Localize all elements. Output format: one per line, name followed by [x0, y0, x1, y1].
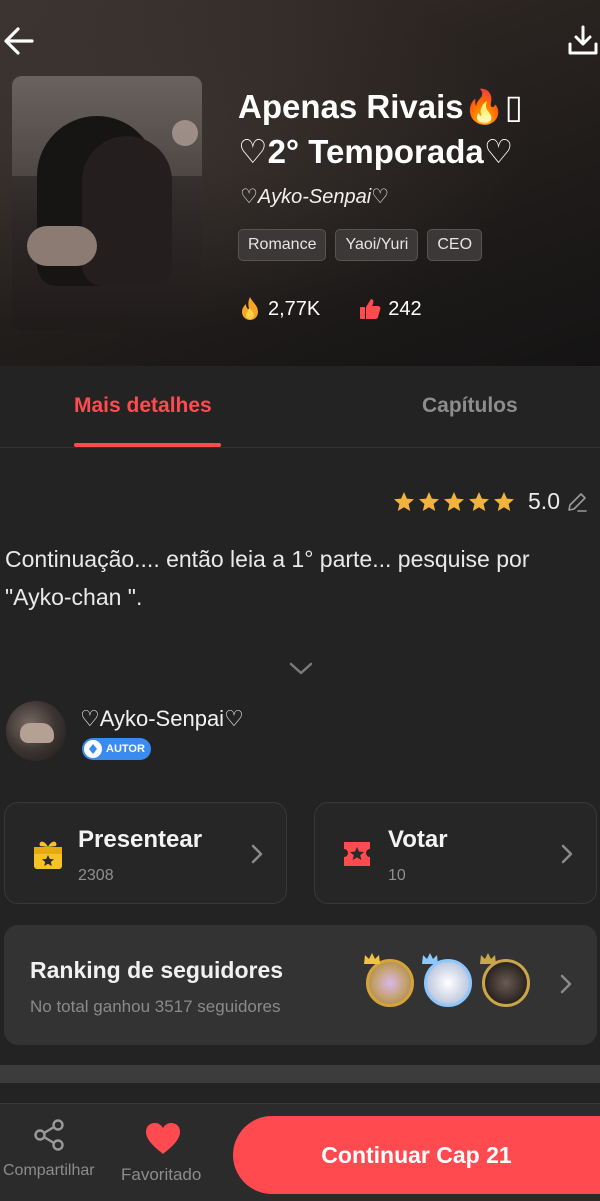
vote-card[interactable]: Votar 10 — [314, 802, 597, 904]
gift-card[interactable]: Presentear 2308 — [4, 802, 287, 904]
star-icon — [444, 491, 465, 511]
arrow-left-icon — [4, 27, 34, 55]
gift-icon — [34, 841, 62, 869]
ranking-subtitle: No total ganhou 3517 seguidores — [30, 997, 281, 1016]
author-avatar[interactable] — [6, 701, 66, 761]
gift-title: Presentear — [78, 826, 203, 853]
vote-count: 10 — [388, 867, 406, 884]
follower-ranking[interactable]: Ranking de seguidores No total ganhou 35… — [4, 925, 597, 1045]
share-label: Compartilhar — [3, 1162, 95, 1179]
top-followers — [364, 953, 530, 1007]
star-icon — [469, 491, 490, 511]
follower-avatar[interactable] — [480, 953, 530, 1007]
thumbs-up-icon — [360, 299, 381, 319]
author-badge: AUTOR — [82, 738, 151, 760]
tag-list: Romance Yaoi/Yuri CEO — [238, 229, 483, 261]
vote-title: Votar — [388, 826, 448, 853]
rating-row[interactable]: 5.0 — [392, 488, 588, 515]
views-count: 2,77K — [268, 297, 321, 320]
views-stat: 2,77K — [238, 296, 320, 322]
crown-icon — [480, 953, 496, 964]
favorite-label: Favoritado — [121, 1165, 202, 1184]
badge-diamond-icon — [84, 740, 102, 758]
follower-avatar[interactable] — [422, 953, 472, 1007]
bottom-action-bar: Compartilhar Favoritado Continuar Cap 21 — [0, 1103, 600, 1201]
back-button[interactable] — [2, 24, 36, 58]
book-stats: 2,77K 242 — [238, 296, 422, 322]
favorite-button[interactable]: Favoritado — [116, 1104, 216, 1201]
author-badge-label: AUTOR — [106, 743, 145, 755]
heart-icon — [146, 1123, 180, 1154]
author-name[interactable]: ♡Ayko-Senpai♡ — [80, 706, 244, 732]
continue-reading-button[interactable]: Continuar Cap 21 — [233, 1116, 600, 1194]
download-icon — [568, 25, 598, 55]
download-button[interactable] — [566, 24, 600, 58]
book-title-line1: Apenas Rivais🔥▯ — [238, 88, 523, 125]
book-description: Continuação.... então leia a 1° parte...… — [5, 546, 530, 610]
chevron-down-icon[interactable] — [287, 656, 315, 680]
follower-avatar[interactable] — [364, 953, 414, 1007]
tab-bar: Mais detalhes Capítulos — [0, 366, 600, 448]
star-rating — [392, 490, 516, 514]
ticket-icon — [344, 842, 370, 866]
star-icon — [394, 491, 415, 511]
book-title: Apenas Rivais🔥▯ ♡2° Temporada♡ — [238, 84, 538, 174]
rating-value: 5.0 — [528, 488, 560, 514]
pencil-icon[interactable] — [566, 491, 588, 513]
star-icon — [494, 491, 515, 511]
likes-count: 242 — [388, 297, 422, 320]
gift-count: 2308 — [78, 867, 114, 884]
book-cover-image[interactable] — [12, 76, 202, 330]
crown-icon — [364, 953, 380, 964]
fire-icon — [242, 297, 258, 320]
star-icon — [419, 491, 440, 511]
tag-ceo[interactable]: CEO — [427, 229, 483, 261]
share-button[interactable]: Compartilhar — [0, 1104, 96, 1201]
share-icon — [34, 1119, 64, 1151]
tag-romance[interactable]: Romance — [238, 229, 327, 261]
book-author[interactable]: ♡Ayko-Senpai♡ — [240, 184, 389, 209]
crown-icon — [422, 953, 438, 964]
ranking-title: Ranking de seguidores — [30, 957, 284, 983]
book-title-line2: ♡2° Temporada♡ — [238, 133, 514, 170]
active-tab-indicator — [74, 443, 221, 447]
tag-yaoi-yuri[interactable]: Yaoi/Yuri — [335, 229, 419, 261]
tab-details[interactable]: Mais detalhes — [74, 394, 212, 418]
chevron-right-icon — [251, 844, 263, 864]
tab-chapters[interactable]: Capítulos — [422, 394, 518, 418]
chevron-right-icon — [561, 844, 573, 864]
book-header: Apenas Rivais🔥▯ ♡2° Temporada♡ ♡Ayko-Sen… — [0, 0, 600, 366]
likes-stat: 242 — [358, 297, 422, 321]
chevron-right-icon — [560, 974, 572, 994]
section-divider — [0, 1065, 600, 1083]
